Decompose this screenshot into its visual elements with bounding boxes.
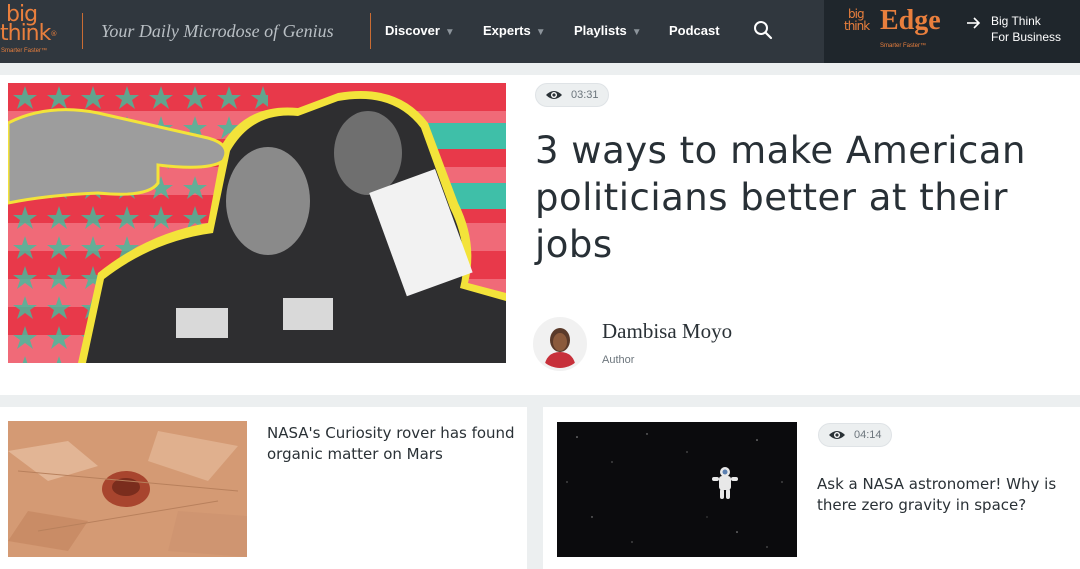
article-card[interactable]: 04:14 Ask a NASA astronomer! Why is ther… bbox=[543, 407, 1080, 569]
edge-logo-name: Edge bbox=[880, 5, 941, 36]
video-duration-badge: 03:31 bbox=[535, 83, 609, 107]
logo-slogan: Smarter Faster™ bbox=[1, 48, 48, 54]
video-duration: 03:31 bbox=[571, 89, 599, 101]
video-duration-badge: 04:14 bbox=[818, 423, 892, 447]
author-avatar[interactable] bbox=[533, 317, 587, 371]
author-name[interactable]: Dambisa Moyo bbox=[602, 318, 732, 345]
eye-icon bbox=[546, 91, 562, 99]
nav-experts[interactable]: Experts ▼ bbox=[483, 22, 546, 42]
business-link-line1: Big Think bbox=[991, 14, 1041, 28]
article-title[interactable]: Ask a NASA astronomer! Why is there zero… bbox=[817, 474, 1067, 516]
arrow-right-icon bbox=[967, 17, 981, 29]
nav-label: Experts bbox=[483, 23, 531, 38]
nav-label: Discover bbox=[385, 23, 440, 38]
nav-playlists[interactable]: Playlists ▼ bbox=[574, 22, 642, 42]
mars-surface-image[interactable] bbox=[8, 421, 247, 557]
nav-podcast[interactable]: Podcast bbox=[669, 22, 720, 40]
chevron-down-icon: ▼ bbox=[444, 27, 455, 38]
nav-discover[interactable]: Discover ▼ bbox=[385, 22, 455, 42]
article-title[interactable]: 3 ways to make American politicians bett… bbox=[535, 127, 1055, 268]
big-think-edge-promo[interactable]: big think Edge Smarter Faster™ Big Think… bbox=[824, 0, 1080, 63]
edge-logo-word-think: think bbox=[844, 19, 870, 33]
header-divider bbox=[82, 13, 83, 49]
astronaut-space-image[interactable] bbox=[557, 422, 797, 557]
hero-collage-image[interactable] bbox=[8, 83, 506, 363]
chevron-down-icon: ▼ bbox=[631, 27, 642, 38]
edge-logo-slogan: Smarter Faster™ bbox=[880, 43, 927, 49]
header-divider bbox=[370, 13, 371, 49]
chevron-down-icon: ▼ bbox=[535, 27, 546, 38]
site-tagline: Your Daily Microdose of Genius bbox=[101, 21, 334, 41]
top-navigation-bar: big think® Smarter Faster™ Your Daily Mi… bbox=[0, 0, 1080, 63]
nav-label: Podcast bbox=[669, 23, 720, 38]
author-role: Author bbox=[602, 354, 635, 366]
article-title[interactable]: NASA's Curiosity rover has found organic… bbox=[267, 423, 517, 465]
featured-article[interactable]: 03:31 3 ways to make American politician… bbox=[0, 75, 1080, 395]
article-card[interactable]: NASA's Curiosity rover has found organic… bbox=[0, 407, 527, 569]
eye-icon bbox=[829, 431, 845, 439]
nav-label: Playlists bbox=[574, 23, 627, 38]
big-think-logo[interactable]: big think® Smarter Faster™ bbox=[0, 4, 66, 60]
search-icon[interactable] bbox=[753, 20, 773, 40]
business-link-line2: For Business bbox=[991, 30, 1062, 44]
logo-word-think: think® bbox=[0, 21, 57, 46]
video-duration: 04:14 bbox=[854, 429, 882, 441]
